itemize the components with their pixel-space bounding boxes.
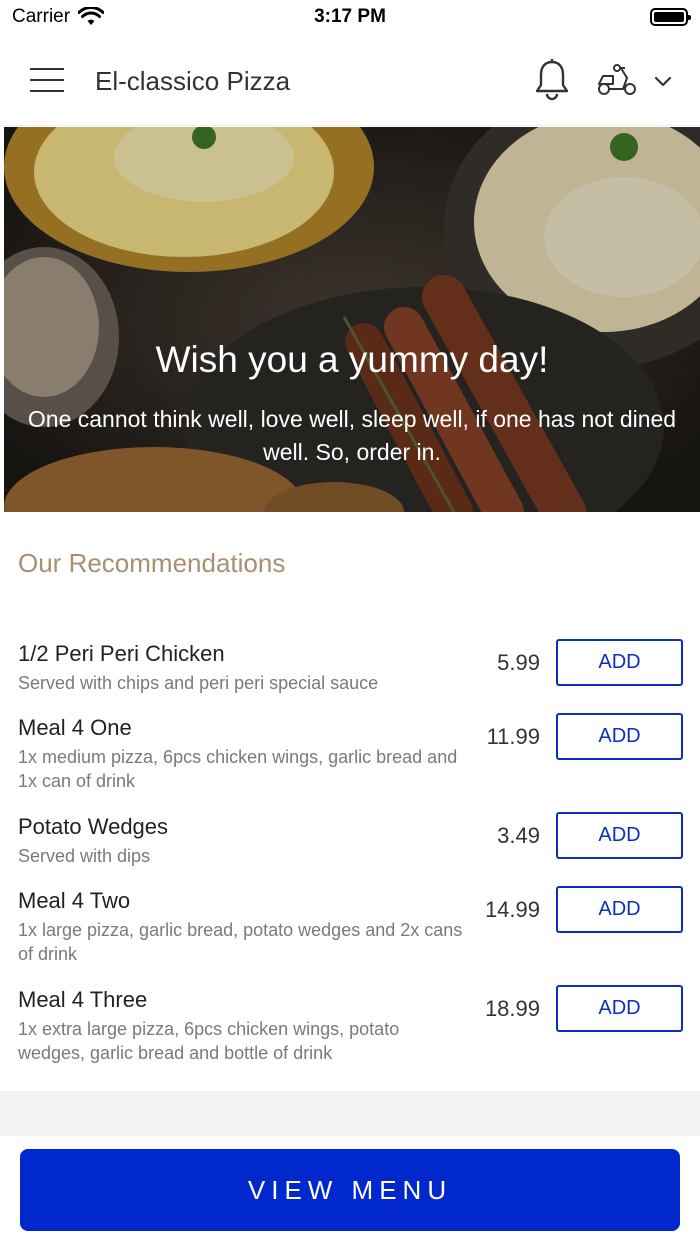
- view-menu-button[interactable]: VIEW MENU: [20, 1149, 680, 1231]
- item-name: Meal 4 Two: [18, 888, 131, 913]
- item-description: 1x extra large pizza, 6pcs chicken wings…: [18, 1019, 400, 1063]
- add-button[interactable]: ADD: [556, 812, 683, 859]
- item-description: Served with chips and peri peri special …: [18, 673, 379, 693]
- item-name: Potato Wedges: [18, 814, 169, 839]
- list-item: Potato Wedges Served with dips 3.49 ADD: [0, 812, 700, 874]
- app-header: El-classico Pizza: [0, 36, 700, 126]
- item-price: 14.99: [484, 897, 540, 922]
- battery-icon: [650, 8, 691, 26]
- item-name: Meal 4 Three: [18, 987, 148, 1012]
- add-button[interactable]: ADD: [556, 886, 683, 933]
- chevron-down-icon[interactable]: [652, 70, 674, 92]
- item-price: 3.49: [497, 823, 540, 848]
- add-button[interactable]: ADD: [556, 985, 683, 1032]
- hero-banner: Wish you a yummy day! One cannot think w…: [4, 127, 700, 512]
- add-button[interactable]: ADD: [556, 639, 683, 686]
- item-price: 18.99: [484, 996, 540, 1021]
- status-time: 3:17 PM: [314, 6, 386, 27]
- item-description: Served with dips: [18, 846, 151, 866]
- list-item: Meal 4 Two 1x large pizza, garlic bread,…: [0, 886, 700, 968]
- list-item: 1/2 Peri Peri Chicken Served with chips …: [0, 639, 700, 701]
- item-price: 5.99: [497, 650, 540, 675]
- bell-icon[interactable]: [532, 58, 572, 102]
- hero-tagline: One cannot think well, love well, sleep …: [27, 406, 677, 465]
- item-price: 11.99: [486, 724, 540, 749]
- add-button[interactable]: ADD: [556, 713, 683, 760]
- recommendations-title: Our Recommendations: [18, 548, 286, 578]
- footer-divider: [0, 1091, 700, 1136]
- list-item: Meal 4 One 1x medium pizza, 6pcs chicken…: [0, 713, 700, 795]
- list-item: Meal 4 Three 1x extra large pizza, 6pcs …: [0, 985, 700, 1067]
- item-description: 1x large pizza, garlic bread, potato wed…: [18, 920, 463, 964]
- status-bar: Carrier 3:17 PM: [0, 0, 700, 36]
- item-name: 1/2 Peri Peri Chicken: [18, 641, 225, 666]
- hamburger-menu-icon[interactable]: [30, 68, 64, 94]
- hero-heading: Wish you a yummy day!: [155, 339, 549, 380]
- item-name: Meal 4 One: [18, 715, 132, 740]
- delivery-scooter-icon[interactable]: [595, 62, 639, 98]
- item-description: 1x medium pizza, 6pcs chicken wings, gar…: [18, 747, 458, 791]
- app-title: El-classico Pizza: [95, 66, 291, 96]
